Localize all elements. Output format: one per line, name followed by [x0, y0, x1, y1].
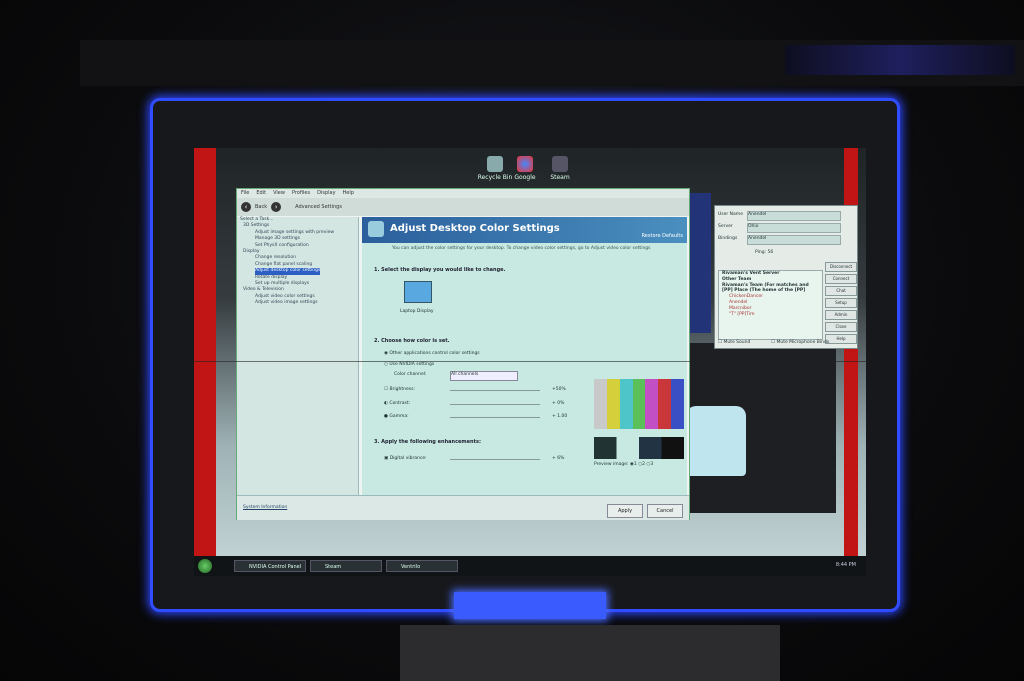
apply-button[interactable]: Apply [607, 504, 643, 518]
start-button[interactable] [198, 559, 212, 573]
display-label: Laptop Display [400, 309, 434, 314]
user-name-label: User Name [718, 212, 743, 217]
ventrilo-window: User Name Anendel Server Ohio Bindings A… [714, 205, 858, 349]
page-title: Adjust Desktop Color Settings [390, 223, 560, 234]
mute-sound-checkbox[interactable]: ☐ Mute Sound [718, 340, 750, 345]
taskbar-item-nvidia[interactable]: NVIDIA Control Panel [234, 560, 306, 572]
mute-mic-checkbox[interactable]: ☐ Mute Microphone Binds [771, 340, 829, 345]
wallpaper-red-left [194, 148, 216, 558]
system-information-link[interactable]: System Information [243, 505, 287, 510]
page-description: You can adjust the color settings for yo… [392, 246, 651, 251]
speaker-light [785, 45, 1015, 75]
advanced-settings-button[interactable]: Advanced Settings [295, 204, 342, 210]
vibrance-value: + 6% [552, 456, 565, 461]
clock: 8:44 PM [835, 562, 856, 568]
taskbar-item-steam[interactable]: Steam [310, 560, 382, 572]
radio-use-nvidia[interactable]: ○ Use NVIDIA settings [384, 362, 434, 367]
color-channel-label: Color channel: [394, 372, 427, 377]
contrast-value: + 0% [552, 401, 565, 406]
bindings-select[interactable]: Anendel [747, 235, 841, 245]
preview-swatches [594, 437, 684, 459]
ventrilo-button[interactable]: Admin [825, 310, 857, 320]
step1-heading: 1. Select the display you would like to … [374, 267, 506, 273]
task-sidebar: Select a Task... 3D Settings Adjust image… [237, 217, 359, 495]
main-panel: Adjust Desktop Color Settings Restore De… [362, 217, 687, 495]
monitor-base-light [454, 592, 606, 619]
restore-defaults-link[interactable]: Restore Defaults [642, 233, 683, 239]
taskbar: NVIDIA Control Panel Steam Ventrilo 8:44… [194, 556, 866, 576]
gamma-label: ● Gamma: [384, 414, 409, 419]
preview-color-bars [594, 379, 685, 429]
channel-list: Rivaman's Vent Server Other Team Rivaman's… [718, 270, 823, 340]
page-banner: Adjust Desktop Color Settings Restore De… [362, 217, 687, 243]
color-bar [645, 379, 659, 429]
bindings-label: Bindings [718, 236, 738, 241]
toolbar: ‹ Back › Advanced Settings [237, 198, 689, 216]
color-channel-select[interactable]: All channels [450, 371, 518, 381]
shelf [80, 40, 1024, 86]
desktop-icon-steam[interactable]: Steam [535, 156, 585, 181]
screen: Recycle Bin Google Steam File Edit View Pro… [194, 148, 866, 576]
server-label: Server [718, 224, 733, 229]
ventrilo-button[interactable]: Chat [825, 286, 857, 296]
menu-item[interactable]: File [241, 190, 249, 196]
display-color-icon [368, 221, 384, 237]
radio-other-applications[interactable]: ◉ Other applications control color setti… [384, 351, 480, 356]
brightness-label: ☐ Brightness: [384, 387, 415, 392]
ventrilo-button[interactable]: Connect [825, 274, 857, 284]
ventrilo-button[interactable]: Close [825, 322, 857, 332]
color-bar [594, 379, 607, 429]
menu-item[interactable]: Display [317, 190, 335, 196]
color-bar [606, 379, 620, 429]
menu-item[interactable]: Profiles [292, 190, 310, 196]
vibrance-slider[interactable] [450, 459, 540, 460]
channel-item[interactable]: "T" [PP]Tim [719, 312, 822, 318]
menu-item[interactable]: Help [343, 190, 354, 196]
wallpaper-car [686, 406, 746, 476]
contrast-slider[interactable] [450, 404, 540, 405]
laptop-display-icon[interactable] [404, 281, 432, 303]
brightness-value: +50% [552, 387, 566, 392]
brightness-slider[interactable] [450, 390, 540, 391]
color-bar [671, 379, 685, 429]
ventrilo-button[interactable]: Disconnect [825, 262, 857, 272]
contrast-label: ◐ Contrast: [384, 401, 411, 406]
forward-button[interactable]: › [271, 202, 282, 212]
back-button[interactable]: ‹ [241, 202, 251, 212]
color-bar [619, 379, 633, 429]
server-select[interactable]: Ohio [747, 223, 841, 233]
preview-image-label: Preview image: ◉1 ○2 ○3 [594, 462, 654, 467]
ping-readout: Ping: 56 [755, 250, 774, 255]
chrome-icon [517, 156, 533, 172]
ventrilo-button[interactable]: Help [825, 334, 857, 344]
user-name-select[interactable]: Anendel [747, 211, 841, 221]
window-footer: System Information Apply Cancel [237, 495, 689, 520]
gamma-value: + 1.00 [552, 414, 568, 419]
menu-item[interactable]: Edit [256, 190, 266, 196]
monitor-stand [400, 625, 780, 681]
color-bar [632, 379, 646, 429]
back-label: Back [255, 204, 268, 210]
menu-item[interactable]: View [273, 190, 285, 196]
color-bar [658, 379, 672, 429]
taskbar-item-ventrilo[interactable]: Ventrilo [386, 560, 458, 572]
nvidia-control-panel-window: File Edit View Profiles Display Help ‹ Back ›… [236, 188, 690, 520]
ventrilo-button[interactable]: Setup [825, 298, 857, 308]
photo-line-artifact [194, 361, 866, 362]
task-tree-item[interactable]: Adjust video image settings [240, 300, 355, 306]
vibrance-label: ▣ Digital vibrance: [384, 456, 427, 461]
step3-heading: 3. Apply the following enhancements: [374, 439, 481, 445]
steam-icon [552, 156, 568, 172]
cancel-button[interactable]: Cancel [647, 504, 683, 518]
menu-bar: File Edit View Profiles Display Help [237, 189, 689, 198]
gamma-slider[interactable] [450, 417, 540, 418]
step2-heading: 2. Choose how color is set. [374, 338, 450, 344]
